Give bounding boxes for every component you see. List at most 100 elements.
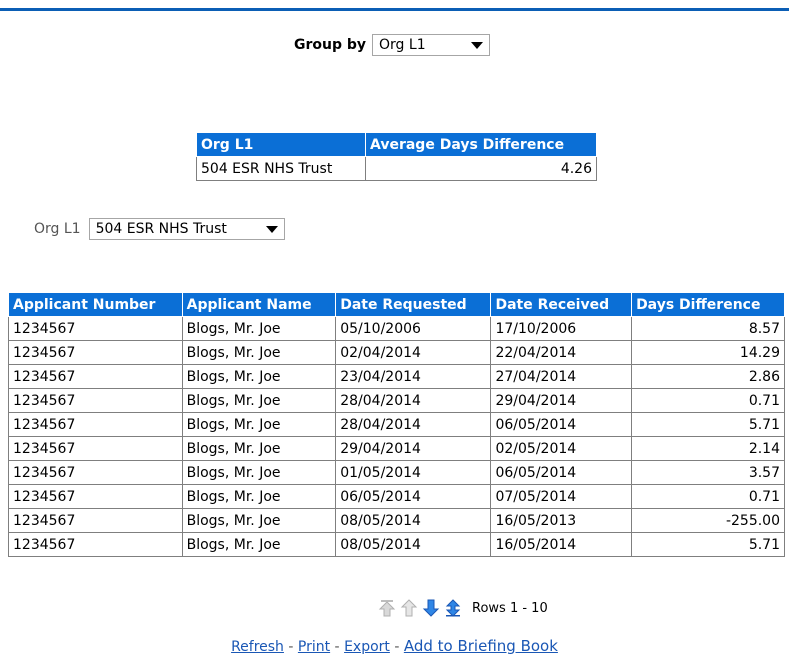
table-row: 1234567 Blogs, Mr. Joe 28/04/2014 06/05/201… <box>8 412 785 437</box>
cell-date-received: 17/10/2006 <box>490 316 633 341</box>
cell-applicant-name: Blogs, Mr. Joe <box>181 412 337 437</box>
link-separator: - <box>389 639 404 655</box>
cell-applicant-name: Blogs, Mr. Joe <box>181 532 337 557</box>
cell-days-difference: 3.57 <box>631 460 785 485</box>
table-row: 1234567 Blogs, Mr. Joe 06/05/2014 07/05/201… <box>8 484 785 509</box>
cell-date-received: 29/04/2014 <box>490 388 633 413</box>
link-separator: - <box>330 639 345 655</box>
summary-cell-avg: 4.26 <box>365 156 597 181</box>
cell-date-requested: 28/04/2014 <box>335 388 492 413</box>
chevron-down-icon <box>471 41 484 49</box>
detail-header-days-difference[interactable]: Days Difference <box>631 292 785 317</box>
cell-applicant-name: Blogs, Mr. Joe <box>181 508 337 533</box>
cell-applicant-number: 1234567 <box>8 508 183 533</box>
cell-applicant-name: Blogs, Mr. Joe <box>181 364 337 389</box>
cell-date-received: 06/05/2014 <box>490 412 633 437</box>
org-filter-value: 504 ESR NHS Trust <box>95 221 227 237</box>
prev-page-icon[interactable] <box>400 599 418 617</box>
cell-applicant-name: Blogs, Mr. Joe <box>181 340 337 365</box>
group-by-value: Org L1 <box>379 37 426 53</box>
org-filter-select[interactable]: 504 ESR NHS Trust <box>88 218 285 240</box>
cell-date-received: 02/05/2014 <box>490 436 633 461</box>
cell-applicant-number: 1234567 <box>8 412 183 437</box>
cell-date-received: 16/05/2014 <box>490 532 633 557</box>
table-row: 1234567 Blogs, Mr. Joe 05/10/2006 17/10/200… <box>8 316 785 341</box>
summary-cell-org: 504 ESR NHS Trust <box>196 156 366 181</box>
rows-indicator: Rows 1 - 10 <box>472 600 548 616</box>
group-by-label: Group by <box>294 37 367 53</box>
cell-days-difference: 2.86 <box>631 364 785 389</box>
export-link[interactable]: Export <box>344 639 390 655</box>
cell-applicant-number: 1234567 <box>8 316 183 341</box>
cell-date-requested: 23/04/2014 <box>335 364 492 389</box>
detail-header-date-requested[interactable]: Date Requested <box>335 292 492 317</box>
detail-header-row: Applicant Number Applicant Name Date Req… <box>8 292 785 317</box>
cell-date-requested: 08/05/2014 <box>335 508 492 533</box>
cell-applicant-name: Blogs, Mr. Joe <box>181 436 337 461</box>
cell-date-received: 22/04/2014 <box>490 340 633 365</box>
cell-date-received: 07/05/2014 <box>490 484 633 509</box>
cell-applicant-number: 1234567 <box>8 388 183 413</box>
refresh-link[interactable]: Refresh <box>231 639 284 655</box>
table-row: 1234567 Blogs, Mr. Joe 29/04/2014 02/05/201… <box>8 436 785 461</box>
cell-applicant-name: Blogs, Mr. Joe <box>181 484 337 509</box>
cell-date-received: 16/05/2013 <box>490 508 633 533</box>
cell-days-difference: 8.57 <box>631 316 785 341</box>
cell-applicant-name: Blogs, Mr. Joe <box>181 460 337 485</box>
detail-header-date-received[interactable]: Date Received <box>490 292 633 317</box>
detail-table: Applicant Number Applicant Name Date Req… <box>8 292 785 557</box>
cell-days-difference: 2.14 <box>631 436 785 461</box>
org-filter-control: Org L1 504 ESR NHS Trust <box>34 218 285 240</box>
cell-date-requested: 28/04/2014 <box>335 412 492 437</box>
cell-date-received: 06/05/2014 <box>490 460 633 485</box>
link-separator: - <box>283 639 298 655</box>
cell-days-difference: 5.71 <box>631 532 785 557</box>
org-filter-label: Org L1 <box>34 221 81 237</box>
summary-header-row: Org L1 Average Days Difference <box>196 132 597 157</box>
cell-date-received: 27/04/2014 <box>490 364 633 389</box>
table-row: 1234567 Blogs, Mr. Joe 02/04/2014 22/04/201… <box>8 340 785 365</box>
cell-applicant-number: 1234567 <box>8 364 183 389</box>
cell-days-difference: 0.71 <box>631 484 785 509</box>
table-row: 1234567 Blogs, Mr. Joe 08/05/2014 16/05/201… <box>8 508 785 533</box>
table-row: 1234567 Blogs, Mr. Joe 28/04/2014 29/04/201… <box>8 388 785 413</box>
cell-applicant-number: 1234567 <box>8 436 183 461</box>
add-to-briefing-book-link[interactable]: Add to Briefing Book <box>404 637 558 655</box>
table-row: 1234567 Blogs, Mr. Joe 01/05/2014 06/05/201… <box>8 460 785 485</box>
table-row: 1234567 Blogs, Mr. Joe 08/05/2014 16/05/201… <box>8 532 785 557</box>
cell-date-requested: 02/04/2014 <box>335 340 492 365</box>
cell-applicant-name: Blogs, Mr. Joe <box>181 388 337 413</box>
first-page-icon[interactable] <box>378 599 396 617</box>
title-bar <box>0 0 789 11</box>
cell-applicant-number: 1234567 <box>8 340 183 365</box>
detail-header-applicant-number[interactable]: Applicant Number <box>8 292 183 317</box>
cell-date-requested: 06/05/2014 <box>335 484 492 509</box>
cell-applicant-number: 1234567 <box>8 460 183 485</box>
cell-days-difference: 14.29 <box>631 340 785 365</box>
next-page-icon[interactable] <box>422 599 440 617</box>
cell-date-requested: 08/05/2014 <box>335 532 492 557</box>
summary-row: 504 ESR NHS Trust 4.26 <box>196 156 597 181</box>
summary-header-org[interactable]: Org L1 <box>196 132 366 157</box>
detail-header-applicant-name[interactable]: Applicant Name <box>181 292 337 317</box>
cell-date-requested: 01/05/2014 <box>335 460 492 485</box>
cell-applicant-number: 1234567 <box>8 484 183 509</box>
group-by-select[interactable]: Org L1 <box>372 34 491 56</box>
detail-table-body: 1234567 Blogs, Mr. Joe 05/10/2006 17/10/200… <box>8 316 785 557</box>
summary-header-avg[interactable]: Average Days Difference <box>365 132 597 157</box>
cell-days-difference: -255.00 <box>631 508 785 533</box>
cell-date-requested: 29/04/2014 <box>335 436 492 461</box>
pager: Rows 1 - 10 <box>378 599 548 617</box>
cell-days-difference: 5.71 <box>631 412 785 437</box>
action-links: Refresh - Print - Export - Add to Briefi… <box>0 637 789 655</box>
cell-applicant-name: Blogs, Mr. Joe <box>181 316 337 341</box>
chevron-down-icon <box>265 225 278 233</box>
group-by-control: Group by Org L1 <box>294 34 491 56</box>
all-pages-icon[interactable] <box>444 599 462 617</box>
table-row: 1234567 Blogs, Mr. Joe 23/04/2014 27/04/201… <box>8 364 785 389</box>
summary-table: Org L1 Average Days Difference 504 ESR N… <box>196 132 597 181</box>
cell-days-difference: 0.71 <box>631 388 785 413</box>
cell-applicant-number: 1234567 <box>8 532 183 557</box>
cell-date-requested: 05/10/2006 <box>335 316 492 341</box>
print-link[interactable]: Print <box>298 639 330 655</box>
